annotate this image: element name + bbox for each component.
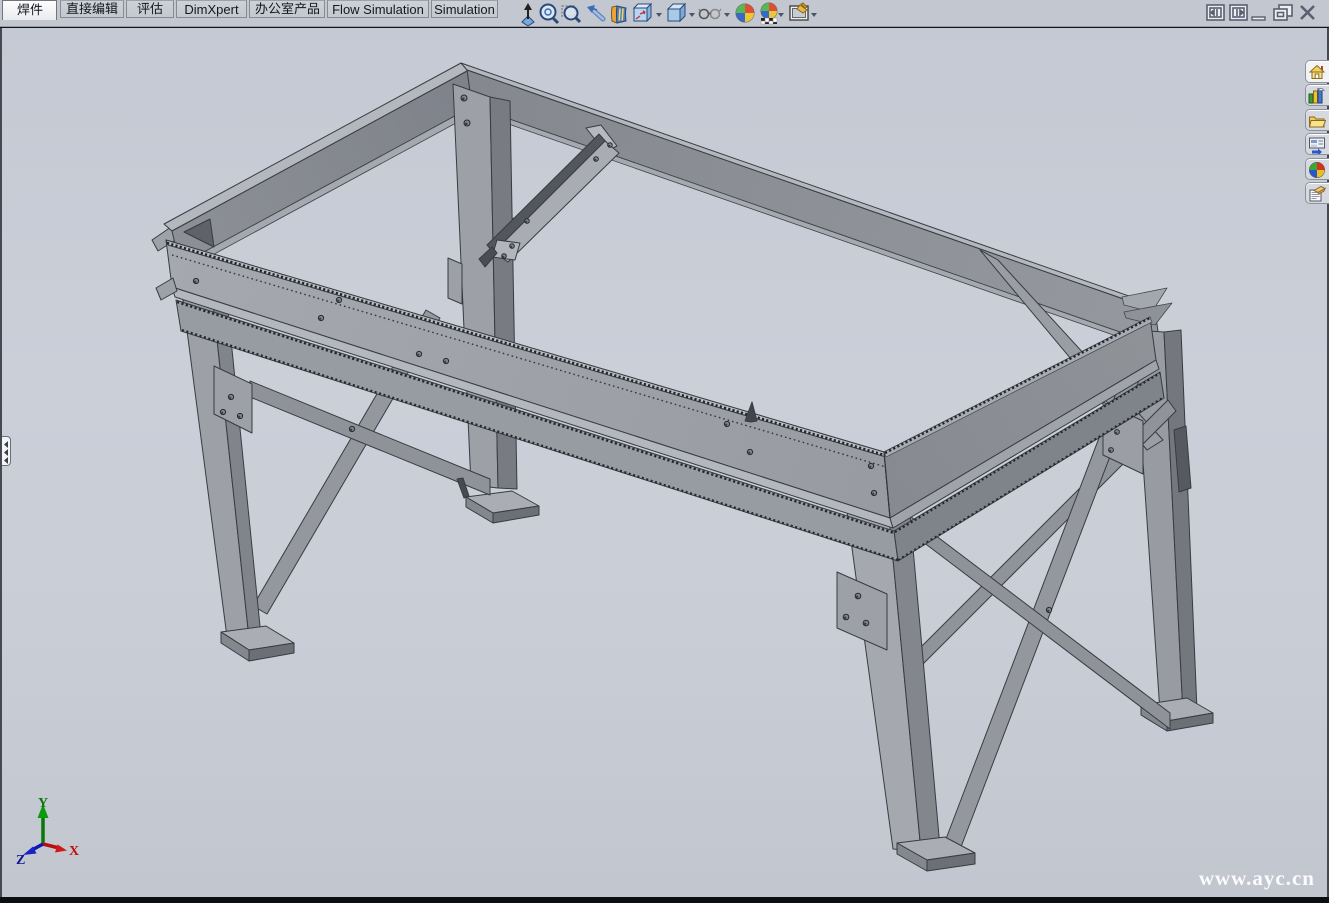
svg-text:Z: Z xyxy=(16,853,25,868)
svg-text:X: X xyxy=(69,844,79,859)
svg-text:Y: Y xyxy=(38,796,48,811)
